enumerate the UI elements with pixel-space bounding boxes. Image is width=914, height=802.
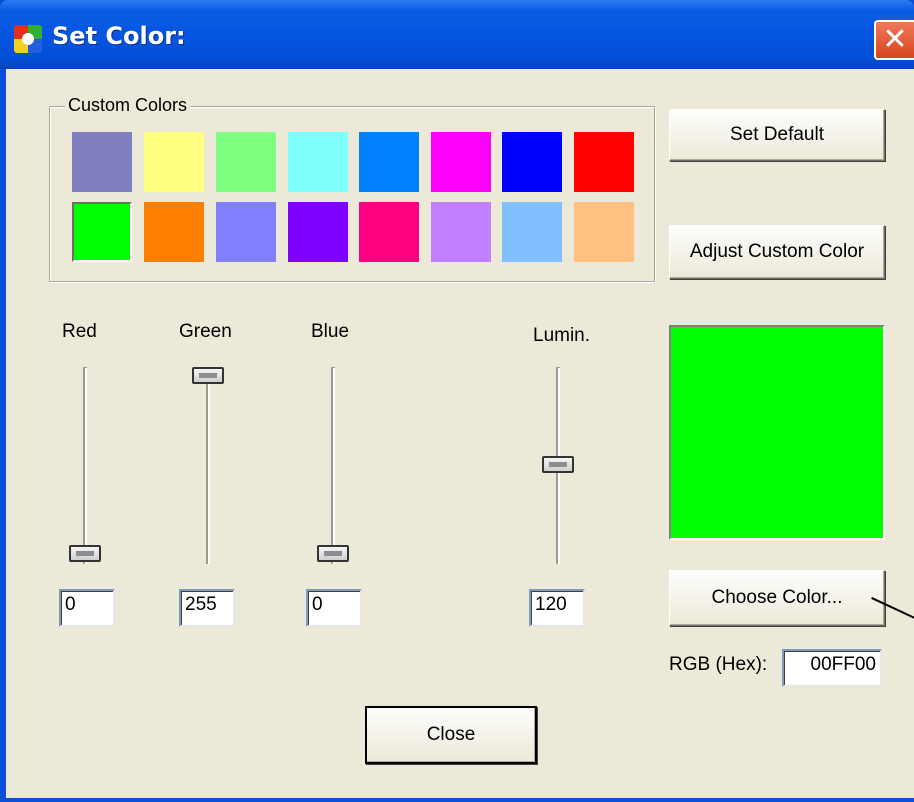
red-slider-track[interactable] <box>83 367 87 564</box>
color-preview <box>669 325 885 540</box>
custom-color-swatch[interactable] <box>144 202 204 262</box>
close-icon[interactable]: ✕ <box>874 20 914 60</box>
blue-label: Blue <box>311 321 350 342</box>
red-slider-thumb[interactable] <box>69 545 101 562</box>
custom-color-swatch[interactable] <box>431 202 491 262</box>
green-value-field[interactable]: 255 <box>179 589 235 627</box>
set-default-button[interactable]: Set Default <box>669 109 885 161</box>
choose-color-button[interactable]: Choose Color... <box>669 570 885 626</box>
custom-color-swatch[interactable] <box>359 202 419 262</box>
custom-color-swatch[interactable] <box>502 132 562 192</box>
custom-color-swatch[interactable] <box>72 132 132 192</box>
green-label: Green <box>179 321 232 342</box>
custom-colors-label: Custom Colors <box>65 95 191 116</box>
custom-color-swatch[interactable] <box>288 202 348 262</box>
color-wheel-icon <box>14 25 42 53</box>
custom-color-swatch[interactable] <box>144 132 204 192</box>
set-color-dialog: Set Color: ✕ Custom Colors Set Default A… <box>0 0 914 802</box>
custom-colors-group <box>49 106 655 282</box>
blue-value-field[interactable]: 0 <box>306 589 362 627</box>
title-bar[interactable]: Set Color: ✕ <box>0 0 914 69</box>
luminance-value-field[interactable]: 120 <box>529 589 585 627</box>
custom-color-swatch[interactable] <box>359 132 419 192</box>
red-label: Red <box>62 321 97 342</box>
custom-color-swatch[interactable] <box>502 202 562 262</box>
blue-slider-thumb[interactable] <box>317 545 349 562</box>
rgb-hex-field[interactable]: 00FF00 <box>782 649 882 687</box>
custom-color-swatch[interactable] <box>431 132 491 192</box>
window-title: Set Color: <box>52 22 186 50</box>
custom-color-swatch[interactable] <box>574 132 634 192</box>
custom-color-swatch[interactable] <box>216 132 276 192</box>
custom-color-swatch[interactable] <box>216 202 276 262</box>
adjust-custom-color-button[interactable]: Adjust Custom Color <box>669 225 885 279</box>
green-slider-track[interactable] <box>206 367 210 564</box>
custom-color-swatch[interactable] <box>288 132 348 192</box>
red-value-field[interactable]: 0 <box>59 589 115 627</box>
custom-color-swatch[interactable] <box>72 202 132 262</box>
close-button[interactable]: Close <box>365 706 537 764</box>
green-slider-thumb[interactable] <box>192 367 224 384</box>
luminance-label: Lumin. <box>533 325 591 346</box>
luminance-slider-thumb[interactable] <box>542 456 574 473</box>
rgb-hex-label: RGB (Hex): <box>669 654 768 675</box>
custom-color-swatch[interactable] <box>574 202 634 262</box>
blue-slider-track[interactable] <box>331 367 335 564</box>
